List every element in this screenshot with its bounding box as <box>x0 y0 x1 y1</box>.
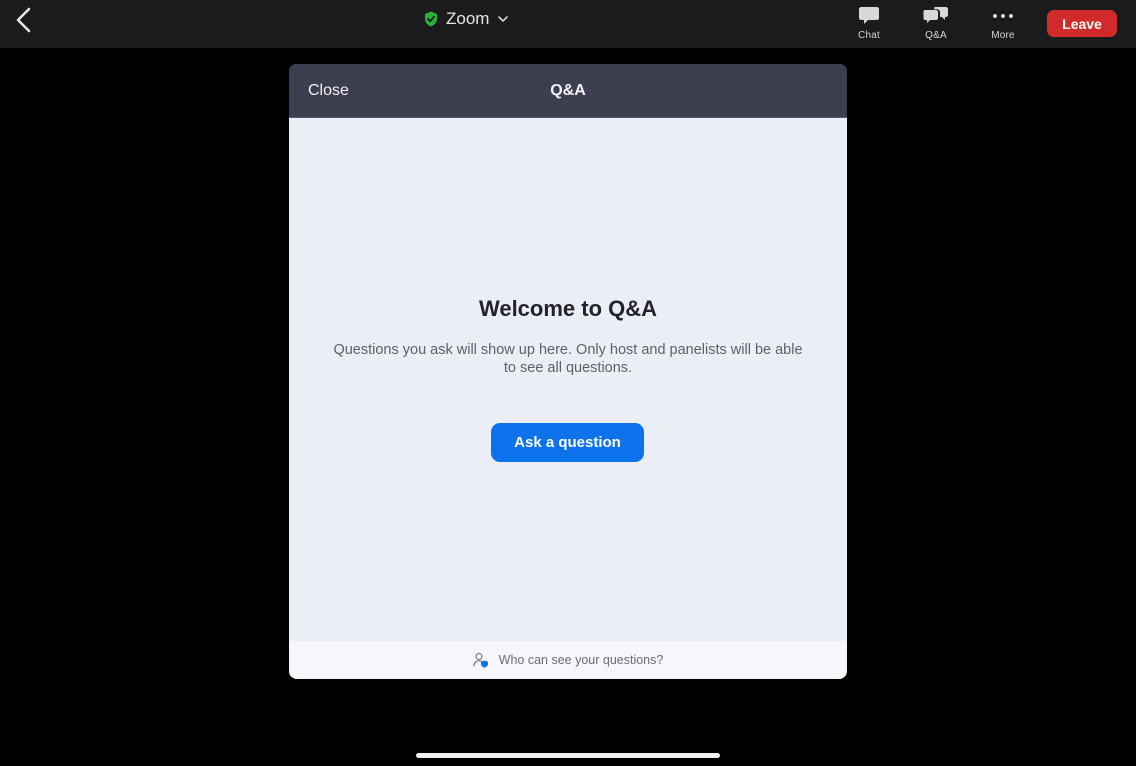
person-shield-icon <box>473 652 488 668</box>
qa-bubbles-icon <box>923 7 948 23</box>
footer-link-text: Who can see your questions? <box>498 653 664 667</box>
qa-label: Q&A <box>925 30 947 41</box>
chevron-left-icon <box>16 7 31 33</box>
meeting-title: Zoom <box>446 9 490 28</box>
qa-panel: Close Q&A Welcome to Q&A Questions you a… <box>289 64 847 679</box>
close-button[interactable]: Close <box>308 64 349 118</box>
meeting-title-dropdown[interactable]: Zoom <box>424 6 509 32</box>
ask-question-button[interactable]: Ask a question <box>491 423 644 462</box>
chat-button[interactable]: Chat <box>843 5 895 43</box>
shield-check-icon <box>425 11 437 27</box>
meeting-toolbar: Zoom Chat Q&A More Leave <box>0 0 1136 48</box>
leave-button[interactable]: Leave <box>1047 10 1117 37</box>
more-button[interactable]: More <box>977 5 1029 43</box>
more-dots-icon <box>993 14 1013 18</box>
more-label: More <box>991 30 1015 41</box>
welcome-title: Welcome to Q&A <box>478 296 658 321</box>
home-indicator[interactable] <box>416 753 720 758</box>
qa-panel-header: Close Q&A <box>289 64 847 118</box>
chat-label: Chat <box>858 30 880 41</box>
welcome-description: Questions you ask will show up here. Onl… <box>333 342 803 376</box>
back-button[interactable] <box>8 4 40 36</box>
who-can-see-questions-link[interactable]: Who can see your questions? <box>289 641 847 679</box>
qa-panel-title: Q&A <box>550 82 586 99</box>
chat-bubble-icon <box>859 7 879 24</box>
qa-button[interactable]: Q&A <box>910 5 962 43</box>
chevron-down-icon <box>498 16 509 22</box>
